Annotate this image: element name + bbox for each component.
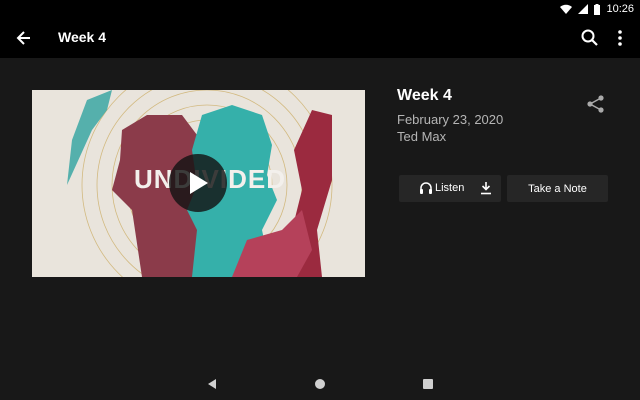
take-a-note-label: Take a Note: [528, 182, 587, 195]
video-player[interactable]: UNDIVIDED: [32, 90, 365, 277]
nav-home-icon[interactable]: [314, 378, 326, 390]
share-icon[interactable]: [586, 94, 606, 114]
status-bar: 10:26: [0, 0, 640, 18]
page-title: Week 4: [58, 29, 106, 45]
sermon-title: Week 4: [397, 87, 452, 104]
sermon-speaker: Ted Max: [397, 129, 447, 144]
nav-recents-icon[interactable]: [422, 378, 434, 390]
search-icon[interactable]: [580, 28, 600, 48]
battery-icon: [594, 3, 601, 15]
listen-button[interactable]: Listen: [399, 175, 501, 202]
download-icon[interactable]: [479, 181, 493, 195]
system-navigation-bar: [0, 366, 640, 400]
signal-icon: [578, 4, 589, 14]
sermon-date: February 23, 2020: [397, 112, 504, 127]
headphones-icon: [420, 182, 432, 194]
wifi-icon: [560, 4, 573, 14]
listen-label: Listen: [435, 182, 465, 194]
nav-back-icon[interactable]: [206, 378, 218, 390]
play-icon: [190, 172, 208, 194]
take-a-note-button[interactable]: Take a Note: [507, 175, 608, 202]
back-arrow-icon[interactable]: [14, 28, 34, 48]
status-time: 10:26: [606, 3, 634, 15]
more-options-icon[interactable]: [612, 28, 628, 48]
play-button[interactable]: [169, 154, 227, 212]
app-bar: Week 4: [0, 18, 640, 58]
